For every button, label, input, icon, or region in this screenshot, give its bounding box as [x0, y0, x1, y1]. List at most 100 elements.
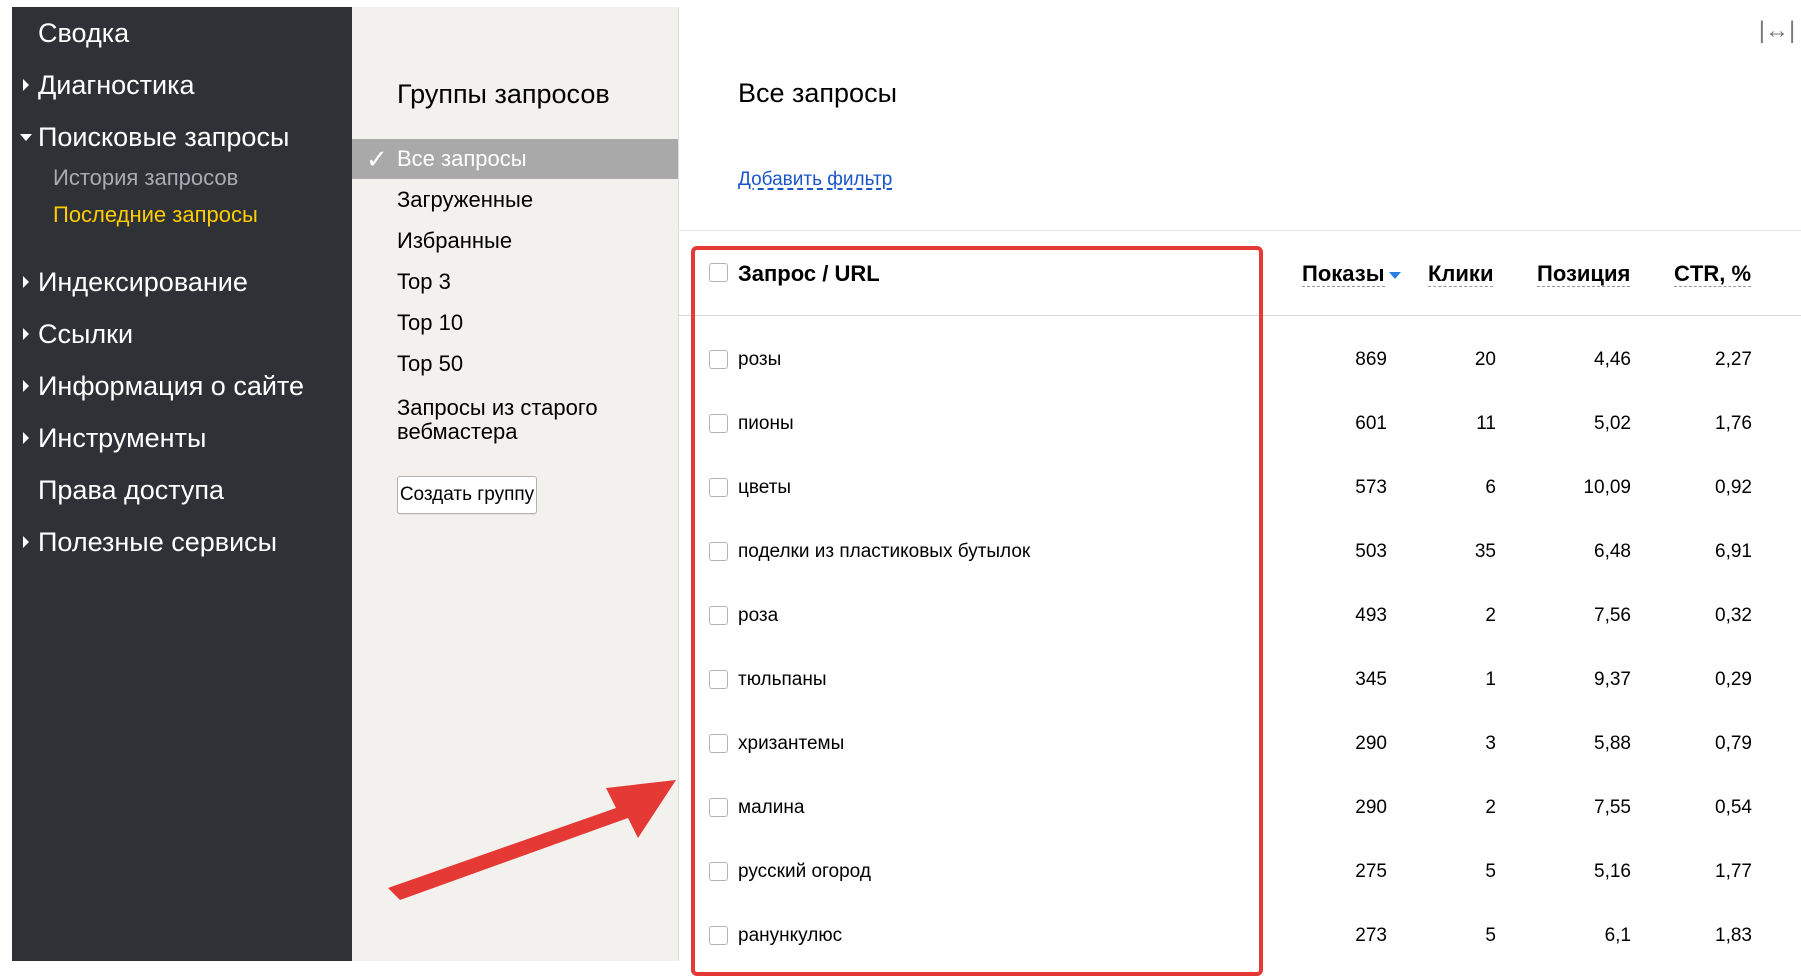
expand-arrow-icon: [23, 276, 29, 288]
subnav-item-label: Последние запросы: [53, 202, 258, 227]
group-item-top-3[interactable]: Top 3: [352, 262, 678, 302]
group-item-old-webmaster[interactable]: Запросы из старого вебмастера: [352, 396, 678, 448]
group-item-label: Избранные: [397, 228, 513, 253]
shows-cell: 869: [1355, 349, 1387, 370]
clicks-cell: 20: [1474, 349, 1496, 370]
checkmark-icon: ✓: [366, 144, 388, 174]
query-cell[interactable]: тюльпаны: [738, 665, 827, 695]
query-cell[interactable]: русский огород: [738, 857, 871, 887]
row-checkbox[interactable]: [709, 350, 728, 369]
clicks-cell: 3: [1485, 733, 1496, 754]
add-filter-link[interactable]: Добавить фильтр: [738, 169, 892, 191]
position-cell: 9,37: [1594, 669, 1631, 690]
group-item-top-10[interactable]: Top 10: [352, 303, 678, 343]
row-checkbox[interactable]: [709, 606, 728, 625]
column-header-position[interactable]: Позиция: [1537, 258, 1631, 290]
nav-item-label: Информация о сайте: [38, 371, 305, 401]
row-checkbox[interactable]: [709, 542, 728, 561]
query-cell[interactable]: поделки из пластиковых бутылок: [738, 537, 1030, 567]
expand-arrow-icon: [23, 380, 29, 392]
query-cell[interactable]: роза: [738, 601, 778, 631]
row-checkbox[interactable]: [709, 478, 728, 497]
row-checkbox[interactable]: [709, 670, 728, 689]
query-cell[interactable]: цветы: [738, 473, 791, 503]
create-group-button[interactable]: Создать группу: [397, 476, 537, 514]
shows-cell: 573: [1355, 477, 1387, 498]
shows-cell: 290: [1355, 797, 1387, 818]
nav-item-useful-services[interactable]: Полезные сервисы: [23, 526, 277, 558]
shows-cell: 290: [1355, 733, 1387, 754]
ctr-cell: 1,83: [1715, 925, 1752, 946]
group-item-label: Загруженные: [397, 187, 534, 212]
column-header-query[interactable]: Запрос / URL: [738, 258, 880, 290]
subnav-item-recent-queries[interactable]: Последние запросы: [53, 201, 258, 229]
query-cell[interactable]: малина: [738, 793, 804, 823]
sort-descending-icon: [1388, 271, 1401, 279]
group-item-label: Все запросы: [397, 146, 527, 171]
subnav-item-label: История запросов: [53, 165, 239, 190]
column-header-label: Показы: [1302, 261, 1385, 287]
divider: [678, 315, 1801, 316]
nav-item-label: Поисковые запросы: [38, 122, 290, 152]
row-checkbox[interactable]: [709, 414, 728, 433]
table-row: поделки из пластиковых бутылок 503 35 6,…: [678, 521, 1801, 585]
column-header-ctr[interactable]: CTR, %: [1674, 258, 1751, 290]
group-item-label: Top 10: [397, 310, 464, 335]
expand-arrow-icon: [23, 328, 29, 340]
table-row: цветы 573 6 10,09 0,92: [678, 457, 1801, 521]
query-cell[interactable]: розы: [738, 345, 781, 375]
groups-title: Группы запросов: [397, 79, 610, 109]
table-row: роза 493 2 7,56 0,32: [678, 585, 1801, 649]
query-cell[interactable]: ранункулюс: [738, 921, 842, 951]
row-checkbox[interactable]: [709, 862, 728, 881]
clicks-cell: 6: [1485, 477, 1496, 498]
nav-item-search-queries[interactable]: Поисковые запросы: [20, 121, 290, 153]
nav-item-label: Ссылки: [38, 319, 134, 349]
nav-item-site-info[interactable]: Информация о сайте: [23, 370, 305, 402]
position-cell: 7,56: [1594, 605, 1631, 626]
ctr-cell: 6,91: [1715, 541, 1752, 562]
ctr-cell: 0,29: [1715, 669, 1752, 690]
row-checkbox[interactable]: [709, 734, 728, 753]
query-cell[interactable]: хризантемы: [738, 729, 844, 759]
clicks-cell: 35: [1474, 541, 1496, 562]
row-checkbox[interactable]: [709, 926, 728, 945]
shows-cell: 273: [1355, 925, 1387, 946]
expand-arrow-icon: [23, 432, 29, 444]
row-checkbox[interactable]: [709, 798, 728, 817]
group-item-label: Top 50: [397, 351, 464, 376]
group-item-favorites[interactable]: Избранные: [352, 221, 678, 261]
clicks-cell: 5: [1485, 861, 1496, 882]
divider: [678, 230, 1801, 231]
column-header-shows[interactable]: Показы: [1302, 258, 1401, 290]
page-title: Все запросы: [738, 78, 897, 108]
nav-item-indexing[interactable]: Индексирование: [23, 266, 248, 298]
subnav-item-query-history[interactable]: История запросов: [53, 164, 238, 192]
nav-item-tools[interactable]: Инструменты: [23, 422, 206, 454]
nav-item-links[interactable]: Ссылки: [23, 318, 134, 350]
nav-item-label: Диагностика: [38, 70, 195, 100]
nav-item-label: Сводка: [38, 18, 130, 48]
nav-item-access-rights[interactable]: Права доступа: [38, 474, 224, 506]
position-cell: 10,09: [1583, 477, 1631, 498]
column-header-clicks[interactable]: Клики: [1428, 258, 1494, 290]
ctr-cell: 0,32: [1715, 605, 1752, 626]
group-item-label: Top 3: [397, 269, 451, 294]
expand-width-icon[interactable]: |↔|: [1757, 14, 1797, 48]
clicks-cell: 2: [1485, 605, 1496, 626]
nav-item-diagnostics[interactable]: Диагностика: [23, 69, 195, 101]
query-cell[interactable]: пионы: [738, 409, 794, 439]
shows-cell: 503: [1355, 541, 1387, 562]
ctr-cell: 0,92: [1715, 477, 1752, 498]
nav-item-summary[interactable]: Сводка: [38, 17, 129, 49]
table-row: хризантемы 290 3 5,88 0,79: [678, 713, 1801, 777]
ctr-cell: 1,76: [1715, 413, 1752, 434]
group-item-uploaded[interactable]: Загруженные: [352, 180, 678, 220]
group-item-top-50[interactable]: Top 50: [352, 344, 678, 384]
position-cell: 5,16: [1594, 861, 1631, 882]
group-item-all-queries[interactable]: ✓ Все запросы: [352, 139, 678, 179]
shows-cell: 493: [1355, 605, 1387, 626]
column-header-label: Клики: [1428, 261, 1494, 287]
select-all-checkbox[interactable]: [709, 263, 728, 282]
collapse-arrow-icon: [20, 134, 32, 141]
